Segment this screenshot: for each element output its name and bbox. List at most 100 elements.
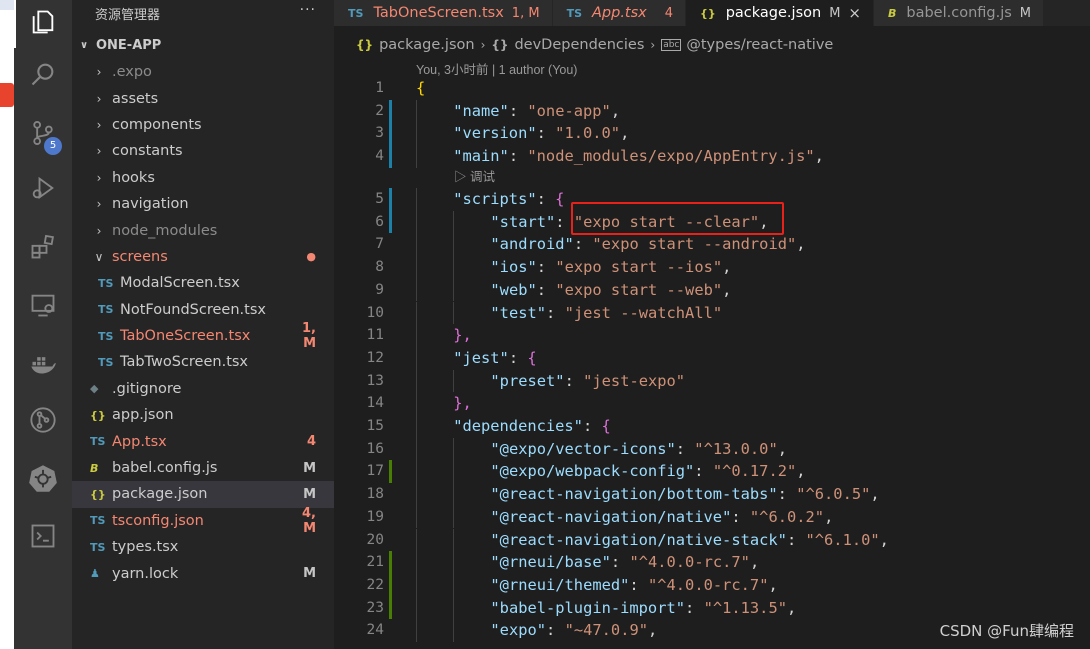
kubernetes-button[interactable] bbox=[14, 456, 72, 504]
breadcrumb: {} package.json › {} devDependencies › a… bbox=[334, 34, 833, 56]
chevron-right-icon: › bbox=[96, 91, 102, 106]
indent-guide bbox=[453, 573, 455, 597]
comma: , bbox=[814, 147, 824, 166]
file-item[interactable]: ♟ yarn.lock M bbox=[72, 560, 334, 586]
indent-guide bbox=[416, 324, 417, 347]
notification-badge: 5 bbox=[44, 137, 62, 155]
editor-tab[interactable]: TS App.tsx 4 bbox=[552, 0, 687, 26]
chevron-right-icon: › bbox=[96, 144, 102, 159]
editor-tab[interactable]: Bbabel.config.js M bbox=[873, 0, 1045, 26]
json-quote: " bbox=[786, 235, 797, 254]
line-number: 24 bbox=[366, 622, 384, 639]
comma: , bbox=[768, 575, 778, 594]
file-item[interactable]: {} app.json bbox=[72, 402, 334, 428]
typescript-file-icon: TS bbox=[348, 6, 364, 20]
comma: , bbox=[610, 101, 621, 120]
breadcrumb-section[interactable]: devDependencies bbox=[514, 37, 644, 53]
source-control-button[interactable]: 5 bbox=[14, 111, 72, 159]
line-number: 17 bbox=[366, 463, 384, 480]
colon: : bbox=[675, 439, 695, 458]
line-number: 7 bbox=[375, 236, 384, 253]
file-item[interactable]: Bbabel.config.js M bbox=[72, 455, 334, 481]
breadcrumb-leaf[interactable]: @types/react-native bbox=[686, 37, 833, 53]
breadcrumb-file[interactable]: package.json bbox=[379, 37, 474, 53]
indent-guide bbox=[416, 596, 417, 620]
folder-item[interactable]: › components bbox=[72, 112, 334, 138]
json-quote: " bbox=[814, 507, 825, 526]
file-item[interactable]: {} package.json M bbox=[72, 481, 334, 508]
json-quote: " bbox=[703, 598, 713, 617]
terminal-button[interactable] bbox=[14, 514, 72, 562]
tree-item-label: screens bbox=[112, 248, 168, 265]
code-line: 20 "@react-navigation/native-stack": "^6.… bbox=[334, 528, 1090, 552]
tree-item-label: package.json bbox=[112, 486, 208, 503]
comma: , bbox=[648, 621, 658, 640]
json-quote: " bbox=[712, 280, 723, 299]
file-item[interactable]: TS TabTwoScreen.tsx bbox=[72, 349, 334, 375]
folder-item[interactable]: › assets bbox=[72, 85, 334, 111]
json-quote: " bbox=[583, 371, 593, 390]
folder-item[interactable]: › .expo bbox=[72, 59, 334, 85]
line-number: 5 bbox=[375, 191, 384, 207]
json-quote: " bbox=[490, 280, 500, 299]
file-item[interactable]: TS types.tsx bbox=[72, 534, 334, 560]
line-number: 6 bbox=[375, 213, 384, 230]
file-item[interactable]: TS TabOneScreen.tsx 1, M bbox=[72, 321, 334, 351]
json-quote: " bbox=[870, 530, 880, 549]
comma: , bbox=[796, 235, 806, 254]
folder-item[interactable]: › constants bbox=[72, 138, 334, 164]
folder-item[interactable]: › navigation bbox=[72, 191, 334, 217]
comma: , bbox=[787, 598, 797, 617]
code-editor[interactable]: You, 3小时前 | 1 author (You) ▷ 调试 1{2 "name… bbox=[334, 58, 1090, 649]
editor-tab[interactable]: TS TabOneScreen.tsx 1, M bbox=[334, 0, 553, 26]
git-graph-button[interactable] bbox=[14, 398, 72, 446]
file-item[interactable]: TS App.tsx 4 bbox=[72, 428, 334, 454]
colon: : bbox=[694, 462, 713, 481]
explorer-button[interactable] bbox=[14, 0, 72, 48]
search-button[interactable] bbox=[14, 52, 72, 100]
folder-item[interactable]: ∨ screens ● bbox=[72, 244, 334, 270]
json-quote: " bbox=[527, 101, 537, 120]
folder-item[interactable]: › hooks bbox=[72, 165, 334, 191]
close-tab-icon[interactable]: × bbox=[848, 4, 861, 22]
project-folder-header[interactable]: ∨ ONE-APP bbox=[72, 32, 334, 59]
extensions-button[interactable] bbox=[14, 225, 72, 273]
comma: , bbox=[777, 439, 788, 458]
folder-item[interactable]: › node_modules bbox=[72, 217, 334, 243]
json-quote: " bbox=[805, 530, 815, 549]
indent-guide bbox=[416, 392, 417, 415]
typescript-file-icon: TS bbox=[90, 435, 106, 449]
json-key: ios bbox=[499, 258, 528, 277]
code-line: 4 "main": "node_modules/expo/AppEntry.js"… bbox=[334, 145, 1090, 168]
code-line: 22 "@rneui/themed": "^4.0.0-rc.7", bbox=[334, 573, 1090, 597]
file-item[interactable]: ◆ .gitignore bbox=[72, 376, 334, 402]
json-quote: " bbox=[666, 439, 676, 458]
code-line: 16 "@expo/vector-icons": "^13.0.0", bbox=[334, 437, 1090, 461]
editor-tab[interactable]: {} package.json M × bbox=[686, 0, 874, 26]
line-number: 20 bbox=[366, 531, 384, 548]
file-item[interactable]: TS ModalScreen.tsx bbox=[72, 270, 334, 296]
docker-button[interactable] bbox=[14, 341, 72, 389]
indent-guide bbox=[453, 460, 455, 484]
line-number: 18 bbox=[366, 486, 384, 503]
remote-explorer-button[interactable] bbox=[14, 283, 72, 331]
git-status-decoration: M bbox=[303, 566, 316, 582]
debug-codelens[interactable]: ▷ 调试 bbox=[454, 167, 495, 187]
json-value: node_modules/expo/AppEntry.js bbox=[536, 147, 806, 166]
file-item[interactable]: TS NotFoundScreen.tsx bbox=[72, 297, 334, 323]
typescript-file-icon: TS bbox=[566, 6, 582, 20]
json-file-icon: {} bbox=[90, 487, 106, 501]
run-debug-button[interactable] bbox=[14, 166, 72, 214]
indent-guide bbox=[453, 210, 455, 234]
terminal-icon bbox=[29, 522, 57, 554]
colon: : bbox=[629, 575, 648, 594]
indent-guide bbox=[453, 437, 455, 461]
json-key: jest bbox=[462, 348, 500, 367]
json-quote: " bbox=[768, 485, 778, 504]
file-item[interactable]: TS tsconfig.json 4, M bbox=[72, 506, 334, 536]
code-text: "dependencies": { bbox=[453, 415, 611, 438]
typescript-file-icon: TS bbox=[98, 355, 114, 369]
indent-guide bbox=[416, 233, 417, 257]
more-actions-button[interactable]: ··· bbox=[300, 2, 316, 18]
json-quote: " bbox=[536, 303, 547, 322]
